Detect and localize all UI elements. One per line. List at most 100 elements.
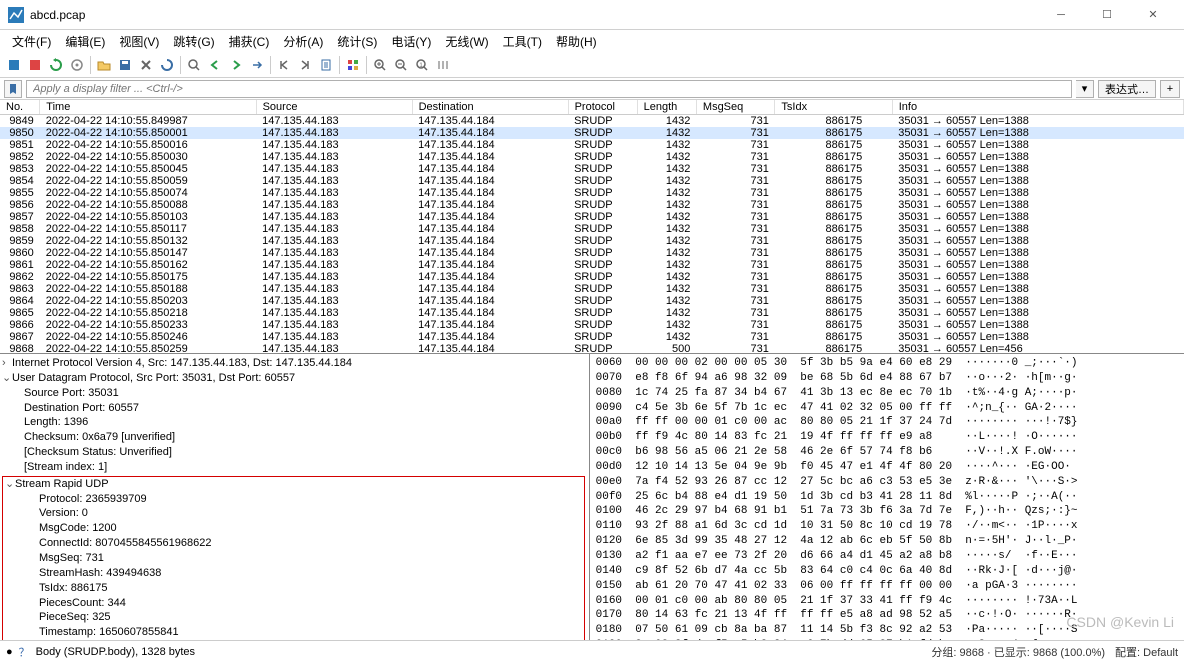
bookmark-icon[interactable]: [4, 80, 22, 98]
statusbar: ● ？ Body (SRUDP.body), 1328 bytes 分组: 98…: [0, 640, 1184, 662]
tree-item[interactable]: Destination Port: 60557: [0, 401, 589, 416]
status-packet-count: 分组: 9868 · 已显示: 9868 (100.0%): [931, 644, 1105, 660]
tree-srudp: ⌄Stream Rapid UDP: [3, 477, 584, 492]
add-filter-button[interactable]: +: [1160, 80, 1180, 98]
packet-list[interactable]: No.TimeSourceDestinationProtocolLengthMs…: [0, 100, 1184, 354]
colorize-icon[interactable]: [343, 55, 363, 75]
tree-item[interactable]: MsgSeq: 731: [3, 551, 584, 566]
display-filter-input[interactable]: [26, 80, 1072, 98]
packet-row[interactable]: 98572022-04-22 14:10:55.850103147.135.44…: [0, 211, 1184, 223]
column-header[interactable]: Length: [637, 100, 696, 115]
packet-row[interactable]: 98642022-04-22 14:10:55.850203147.135.44…: [0, 295, 1184, 307]
packet-row[interactable]: 98622022-04-22 14:10:55.850175147.135.44…: [0, 271, 1184, 283]
first-packet-icon[interactable]: [274, 55, 294, 75]
column-header[interactable]: Time: [40, 100, 256, 115]
last-packet-icon[interactable]: [295, 55, 315, 75]
packet-row[interactable]: 98492022-04-22 14:10:55.849987147.135.44…: [0, 115, 1184, 128]
close-file-icon[interactable]: [136, 55, 156, 75]
packet-row[interactable]: 98582022-04-22 14:10:55.850117147.135.44…: [0, 223, 1184, 235]
tree-item[interactable]: Protocol: 2365939709: [3, 492, 584, 507]
menu-view[interactable]: 视图(V): [113, 31, 165, 52]
tree-ip: ›Internet Protocol Version 4, Src: 147.1…: [0, 356, 589, 371]
tree-item[interactable]: Source Port: 35031: [0, 386, 589, 401]
tree-item[interactable]: Timestamp: 1650607855841: [3, 625, 584, 640]
column-header[interactable]: MsgSeq: [696, 100, 775, 115]
column-header[interactable]: Info: [892, 100, 1183, 115]
menu-telephony[interactable]: 电话(Y): [385, 31, 437, 52]
status-profile: 配置: Default: [1115, 644, 1178, 660]
close-button[interactable]: ✕: [1130, 0, 1176, 30]
menu-capture[interactable]: 捕获(C): [223, 31, 276, 52]
menu-help[interactable]: 帮助(H): [550, 31, 603, 52]
packet-row[interactable]: 98562022-04-22 14:10:55.850088147.135.44…: [0, 199, 1184, 211]
packet-bytes-pane[interactable]: 0060 00 00 00 02 00 00 05 30 5f 3b b5 9a…: [590, 354, 1184, 640]
restart-capture-icon[interactable]: [46, 55, 66, 75]
resize-columns-icon[interactable]: [433, 55, 453, 75]
packet-row[interactable]: 98512022-04-22 14:10:55.850016147.135.44…: [0, 139, 1184, 151]
open-file-icon[interactable]: [94, 55, 114, 75]
zoom-in-icon[interactable]: [370, 55, 390, 75]
tree-item[interactable]: PieceSeq: 325: [3, 610, 584, 625]
packet-row[interactable]: 98652022-04-22 14:10:55.850218147.135.44…: [0, 307, 1184, 319]
packet-row[interactable]: 98552022-04-22 14:10:55.850074147.135.44…: [0, 187, 1184, 199]
go-to-icon[interactable]: [247, 55, 267, 75]
tree-item[interactable]: [Checksum Status: Unverified]: [0, 445, 589, 460]
packet-row[interactable]: 98532022-04-22 14:10:55.850045147.135.44…: [0, 163, 1184, 175]
packet-row[interactable]: 98592022-04-22 14:10:55.850132147.135.44…: [0, 235, 1184, 247]
column-header[interactable]: TsIdx: [775, 100, 892, 115]
packet-row[interactable]: 98522022-04-22 14:10:55.850030147.135.44…: [0, 151, 1184, 163]
menu-analyze[interactable]: 分析(A): [277, 31, 329, 52]
filter-bar: ▾ 表达式… +: [0, 78, 1184, 100]
status-help-icon[interactable]: ？: [19, 644, 30, 660]
toolbar: 1: [0, 52, 1184, 78]
reload-icon[interactable]: [157, 55, 177, 75]
menu-edit[interactable]: 编辑(E): [59, 31, 111, 52]
packet-row[interactable]: 98542022-04-22 14:10:55.850059147.135.44…: [0, 175, 1184, 187]
status-bullet-icon: ●: [6, 646, 13, 658]
titlebar: abcd.pcap ─ ☐ ✕: [0, 0, 1184, 30]
packet-row[interactable]: 98502022-04-22 14:10:55.850001147.135.44…: [0, 127, 1184, 139]
apply-filter-icon[interactable]: ▾: [1076, 80, 1094, 98]
expression-button[interactable]: 表达式…: [1098, 80, 1156, 98]
packet-row[interactable]: 98672022-04-22 14:10:55.850246147.135.44…: [0, 331, 1184, 343]
packet-row[interactable]: 98602022-04-22 14:10:55.850147147.135.44…: [0, 247, 1184, 259]
packet-row[interactable]: 98632022-04-22 14:10:55.850188147.135.44…: [0, 283, 1184, 295]
tree-item[interactable]: StreamHash: 439494638: [3, 566, 584, 581]
save-file-icon[interactable]: [115, 55, 135, 75]
tree-item[interactable]: Length: 1396: [0, 415, 589, 430]
packet-details-pane[interactable]: ›Internet Protocol Version 4, Src: 147.1…: [0, 354, 590, 640]
stop-capture-icon[interactable]: [25, 55, 45, 75]
tree-item[interactable]: Checksum: 0x6a79 [unverified]: [0, 430, 589, 445]
tree-udp: ⌄User Datagram Protocol, Src Port: 35031…: [0, 371, 589, 386]
menu-stats[interactable]: 统计(S): [331, 31, 383, 52]
column-header[interactable]: Protocol: [568, 100, 637, 115]
menu-tools[interactable]: 工具(T): [497, 31, 548, 52]
menubar: 文件(F) 编辑(E) 视图(V) 跳转(G) 捕获(C) 分析(A) 统计(S…: [0, 30, 1184, 52]
tree-item[interactable]: ConnectId: 8070455845561968622: [3, 536, 584, 551]
start-capture-icon[interactable]: [4, 55, 24, 75]
capture-options-icon[interactable]: [67, 55, 87, 75]
go-back-icon[interactable]: [205, 55, 225, 75]
maximize-button[interactable]: ☐: [1084, 0, 1130, 30]
find-icon[interactable]: [184, 55, 204, 75]
tree-item[interactable]: PiecesCount: 344: [3, 596, 584, 611]
tree-item[interactable]: Version: 0: [3, 506, 584, 521]
column-header[interactable]: No.: [0, 100, 40, 115]
tree-item[interactable]: MsgCode: 1200: [3, 521, 584, 536]
menu-go[interactable]: 跳转(G): [167, 31, 220, 52]
packet-row[interactable]: 98682022-04-22 14:10:55.850259147.135.44…: [0, 343, 1184, 354]
menu-wireless[interactable]: 无线(W): [439, 31, 494, 52]
column-header[interactable]: Destination: [412, 100, 568, 115]
go-forward-icon[interactable]: [226, 55, 246, 75]
menu-file[interactable]: 文件(F): [6, 31, 57, 52]
zoom-reset-icon[interactable]: 1: [412, 55, 432, 75]
status-left-text: Body (SRUDP.body), 1328 bytes: [36, 646, 195, 658]
column-header[interactable]: Source: [256, 100, 412, 115]
auto-scroll-icon[interactable]: [316, 55, 336, 75]
packet-row[interactable]: 98612022-04-22 14:10:55.850162147.135.44…: [0, 259, 1184, 271]
minimize-button[interactable]: ─: [1038, 0, 1084, 30]
zoom-out-icon[interactable]: [391, 55, 411, 75]
tree-item[interactable]: [Stream index: 1]: [0, 460, 589, 475]
tree-item[interactable]: TsIdx: 886175: [3, 581, 584, 596]
packet-row[interactable]: 98662022-04-22 14:10:55.850233147.135.44…: [0, 319, 1184, 331]
